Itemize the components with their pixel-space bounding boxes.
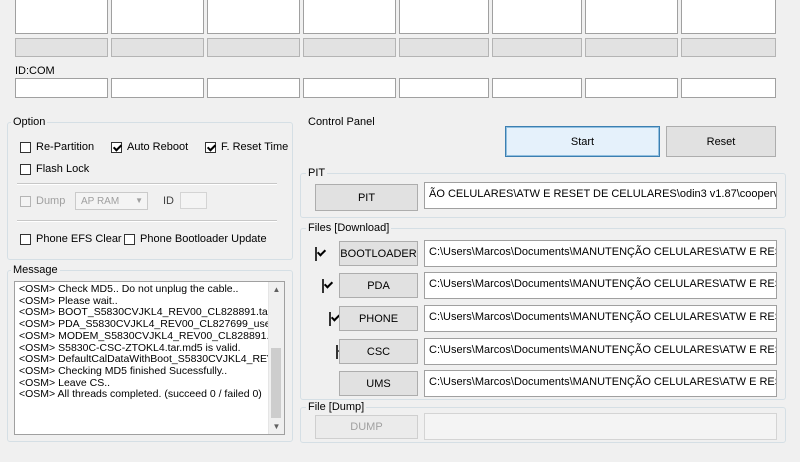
reset-button[interactable]: Reset: [666, 126, 776, 157]
re-partition-label: Re-Partition: [36, 141, 95, 153]
phone-efs-clear-option[interactable]: Phone EFS Clear: [20, 232, 122, 246]
auto-reboot-checkbox[interactable]: [111, 141, 122, 153]
dump-option[interactable]: Dump: [20, 194, 65, 208]
id-com-cell-8: [681, 78, 776, 98]
phone-bootloader-update-checkbox[interactable]: [124, 233, 135, 245]
id-com-cell-3: [207, 78, 300, 98]
start-button[interactable]: Start: [505, 126, 660, 157]
dump-id-field[interactable]: [180, 192, 207, 209]
bootloader-path-field[interactable]: C:\Users\Marcos\Documents\MANUTENÇÃO CEL…: [424, 240, 777, 267]
pit-path-field[interactable]: ÃO CELULARES\ATW E RESET DE CELULARES\od…: [424, 182, 777, 209]
message-line: <OSM> MODEM_S5830CVJKL4_REV00_CL828891.t…: [19, 329, 268, 342]
port-status-cell-7: [585, 0, 678, 34]
message-line: <OSM> Check MD5.. Do not unplug the cabl…: [19, 284, 239, 295]
message-line: <OSM> Checking MD5 finished Sucessfully.…: [19, 364, 228, 377]
dump-checkbox[interactable]: [20, 195, 31, 207]
message-lines: <OSM> Check MD5.. Do not unplug the cabl…: [19, 284, 268, 401]
port-progress-8: [681, 38, 776, 57]
pda-button[interactable]: PDA: [339, 273, 418, 298]
f-reset-time-option[interactable]: F. Reset Time: [205, 140, 288, 154]
port-progress-2: [111, 38, 204, 57]
re-partition-checkbox[interactable]: [20, 141, 31, 153]
phone-bootloader-update-label: Phone Bootloader Update: [140, 233, 267, 245]
f-reset-time-label: F. Reset Time: [221, 141, 289, 153]
port-progress-1: [15, 38, 108, 57]
phone-efs-clear-checkbox[interactable]: [20, 233, 31, 245]
port-status-cell-5: [399, 0, 489, 34]
ap-ram-value: AP RAM: [81, 196, 120, 207]
dump-button[interactable]: DUMP: [315, 415, 418, 439]
phone-efs-clear-label: Phone EFS Clear: [36, 233, 122, 245]
option-separator-1: [17, 183, 277, 185]
id-com-cell-5: [399, 78, 489, 98]
port-progress-5: [399, 38, 489, 57]
id-com-cell-1: [15, 78, 108, 98]
phone-bootloader-update-option[interactable]: Phone Bootloader Update: [124, 232, 267, 246]
ums-button[interactable]: UMS: [339, 371, 418, 396]
id-com-label: ID:COM: [15, 65, 55, 77]
auto-reboot-option[interactable]: Auto Reboot: [111, 140, 188, 154]
phone-path-field[interactable]: C:\Users\Marcos\Documents\MANUTENÇÃO CEL…: [424, 305, 777, 332]
ums-path-field[interactable]: C:\Users\Marcos\Documents\MANUTENÇÃO CEL…: [424, 370, 777, 397]
bootloader-button[interactable]: BOOTLOADER: [339, 241, 418, 266]
id-com-cell-7: [585, 78, 678, 98]
f-reset-time-checkbox[interactable]: [205, 141, 216, 153]
port-status-cell-3: [207, 0, 300, 34]
port-status-cell-4: [303, 0, 396, 34]
message-log[interactable]: <OSM> Check MD5.. Do not unplug the cabl…: [14, 281, 285, 435]
port-status-cell-6: [492, 0, 582, 34]
auto-reboot-label: Auto Reboot: [127, 141, 189, 153]
port-progress-3: [207, 38, 300, 57]
re-partition-option[interactable]: Re-Partition: [20, 140, 94, 154]
pda-checkbox[interactable]: [322, 279, 324, 293]
files-download-title: Files [Download]: [306, 222, 392, 234]
csc-button[interactable]: CSC: [339, 339, 418, 364]
pit-button[interactable]: PIT: [315, 184, 418, 211]
dump-path-field[interactable]: [424, 413, 777, 440]
ap-ram-dropdown[interactable]: AP RAM ▼: [75, 192, 148, 210]
csc-path-field[interactable]: C:\Users\Marcos\Documents\MANUTENÇÃO CEL…: [424, 338, 777, 365]
port-status-cell-8: [681, 0, 776, 34]
message-group-title: Message: [11, 264, 60, 276]
message-scrollbar[interactable]: ▲ ▼: [268, 282, 284, 434]
dump-label: Dump: [36, 195, 66, 207]
scroll-up-icon[interactable]: ▲: [269, 282, 284, 297]
dump-id-label: ID: [163, 195, 174, 207]
id-com-cell-4: [303, 78, 396, 98]
option-separator-2: [17, 220, 277, 222]
port-progress-7: [585, 38, 678, 57]
port-progress-4: [303, 38, 396, 57]
id-com-cell-6: [492, 78, 582, 98]
pda-path-field[interactable]: C:\Users\Marcos\Documents\MANUTENÇÃO CEL…: [424, 272, 777, 299]
file-dump-title: File [Dump]: [306, 401, 367, 413]
bootloader-checkbox[interactable]: [315, 247, 317, 261]
phone-checkbox[interactable]: [329, 312, 331, 326]
id-com-cell-2: [111, 78, 204, 98]
flash-lock-label: Flash Lock: [36, 163, 90, 175]
pit-group-title: PIT: [306, 167, 328, 179]
control-panel-title: Control Panel: [306, 116, 377, 128]
phone-button[interactable]: PHONE: [339, 306, 418, 331]
csc-checkbox[interactable]: [336, 345, 338, 359]
message-line: <OSM> All threads completed. (succeed 0 …: [19, 388, 262, 401]
port-progress-6: [492, 38, 582, 57]
flash-lock-checkbox[interactable]: [20, 163, 31, 175]
option-group-title: Option: [11, 116, 48, 128]
flash-lock-option[interactable]: Flash Lock: [20, 162, 89, 176]
chevron-down-icon: ▼: [135, 196, 143, 205]
scroll-down-icon[interactable]: ▼: [269, 419, 284, 434]
port-status-cell-1: [15, 0, 108, 34]
port-status-cell-2: [111, 0, 204, 34]
scroll-thumb[interactable]: [271, 348, 281, 418]
